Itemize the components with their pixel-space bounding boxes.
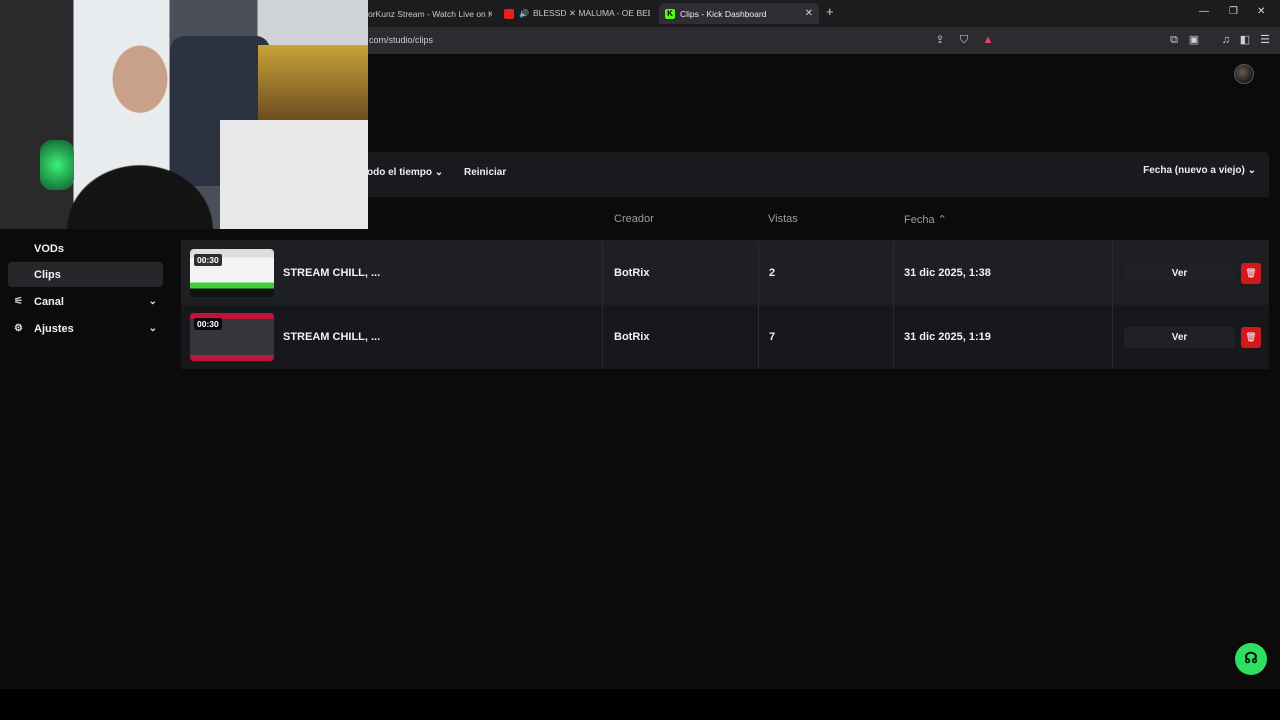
trash-icon: 🗑 bbox=[1245, 332, 1257, 342]
extensions-icon[interactable]: ⧉ bbox=[1167, 33, 1181, 47]
close-tab-icon[interactable]: ✕ bbox=[805, 8, 813, 19]
clip-creator: BotRix bbox=[614, 267, 650, 279]
gear-icon: ⚙ bbox=[14, 323, 23, 334]
divider bbox=[758, 305, 759, 369]
view-button[interactable]: Ver bbox=[1124, 327, 1235, 348]
clip-thumbnail[interactable]: 00:30 bbox=[190, 249, 274, 297]
minimize-icon[interactable]: — bbox=[1199, 6, 1209, 17]
clip-date: 31 dic 2025, 1:38 bbox=[904, 267, 991, 279]
divider bbox=[1112, 305, 1113, 369]
sidebar-item-label: Clips bbox=[34, 268, 61, 281]
divider bbox=[1112, 241, 1113, 305]
chevron-down-icon: ⌄ bbox=[148, 323, 157, 334]
tab-stream[interactable]: orKunz Stream - Watch Live on K bbox=[362, 3, 492, 24]
trash-icon: 🗑 bbox=[1245, 268, 1257, 278]
webcam-person bbox=[60, 15, 220, 229]
rewards-icon[interactable]: ▲ bbox=[981, 33, 995, 47]
time-range-dropdown[interactable]: odo el tiempo ⌄ bbox=[367, 167, 443, 178]
sidebar-item-label: VODs bbox=[34, 242, 64, 255]
bottom-strip bbox=[0, 689, 1280, 720]
sliders-icon: ⚟ bbox=[14, 296, 23, 307]
media-icon[interactable]: ♫ bbox=[1219, 33, 1233, 47]
date-header-label: Fecha bbox=[904, 214, 935, 226]
tab-clips[interactable]: K Clips - Kick Dashboard ✕ bbox=[659, 3, 819, 24]
tab-music[interactable]: 🔊 BLESSD ✕ MALUMA - OE BEBÉ bbox=[498, 3, 650, 24]
sidebar-item-ajustes[interactable]: ⚙ Ajustes ⌄ bbox=[8, 316, 163, 341]
sidebar-toggle-icon[interactable]: ◧ bbox=[1238, 33, 1252, 47]
chevron-down-icon: ⌄ bbox=[434, 167, 444, 178]
reset-button[interactable]: Reiniciar bbox=[464, 167, 506, 178]
webcam-overlay bbox=[0, 0, 368, 229]
clip-date: 31 dic 2025, 1:19 bbox=[904, 331, 991, 343]
headset-icon: ☊ bbox=[1244, 650, 1258, 667]
clip-title: STREAM CHILL, ... bbox=[283, 267, 381, 279]
chevron-down-icon: ⌄ bbox=[1247, 165, 1256, 176]
youtube-icon bbox=[504, 8, 514, 19]
kick-logo-icon: K bbox=[665, 8, 675, 19]
divider bbox=[602, 305, 603, 369]
help-chat-button[interactable]: ☊ bbox=[1235, 643, 1267, 675]
tab-title: Clips - Kick Dashboard bbox=[680, 8, 767, 19]
divider bbox=[602, 241, 603, 305]
avatar[interactable] bbox=[1234, 64, 1254, 84]
sidebar-item-vods[interactable]: VODs bbox=[8, 236, 163, 261]
webcam-desk bbox=[220, 120, 368, 229]
divider bbox=[893, 305, 894, 369]
clip-views: 7 bbox=[769, 331, 776, 343]
column-header-views[interactable]: Vistas bbox=[768, 213, 798, 225]
clip-thumbnail[interactable]: 00:30 bbox=[190, 313, 274, 361]
column-header-date[interactable]: Fecha ⌃ bbox=[904, 213, 947, 226]
clip-creator: BotRix bbox=[614, 331, 650, 343]
time-range-label: odo el tiempo bbox=[367, 167, 432, 178]
divider bbox=[893, 241, 894, 305]
chevron-down-icon: ⌄ bbox=[148, 296, 157, 307]
sidebar-item-canal[interactable]: ⚟ Canal ⌄ bbox=[8, 289, 163, 314]
table-row[interactable]: 00:30 STREAM CHILL, ... BotRix 7 31 dic … bbox=[181, 305, 1269, 369]
sort-dropdown[interactable]: Fecha (nuevo a viejo) ⌄ bbox=[1143, 165, 1256, 176]
sidebar-item-clips[interactable]: Clips bbox=[8, 262, 163, 287]
clip-title: STREAM CHILL, ... bbox=[283, 331, 381, 343]
table-row[interactable]: 00:30 STREAM CHILL, ... BotRix 2 31 dic … bbox=[181, 241, 1269, 305]
shield-icon[interactable]: ⛉ bbox=[957, 33, 971, 47]
close-window-icon[interactable]: ✕ bbox=[1257, 6, 1265, 17]
speaker-icon[interactable]: 🔊 bbox=[519, 9, 529, 18]
url-field[interactable]: com/studio/clips bbox=[369, 35, 433, 45]
maximize-icon[interactable]: ❐ bbox=[1229, 6, 1238, 17]
wallet-icon[interactable]: ▣ bbox=[1187, 33, 1201, 47]
sidebar-item-label: Ajustes bbox=[34, 322, 74, 335]
delete-button[interactable]: 🗑 bbox=[1241, 327, 1261, 348]
sidebar-item-label: Canal bbox=[34, 295, 64, 308]
delete-button[interactable]: 🗑 bbox=[1241, 263, 1261, 284]
clip-views: 2 bbox=[769, 267, 776, 279]
column-header-creator[interactable]: Creador bbox=[614, 213, 654, 225]
view-button[interactable]: Ver bbox=[1124, 263, 1235, 284]
divider bbox=[758, 241, 759, 305]
share-icon[interactable]: ⇪ bbox=[933, 33, 947, 47]
new-tab-button[interactable]: + bbox=[826, 4, 834, 19]
tab-title: BLESSD ✕ MALUMA - OE BEBÉ bbox=[532, 8, 650, 18]
sort-label: Fecha (nuevo a viejo) bbox=[1143, 165, 1245, 176]
clip-duration: 00:30 bbox=[194, 254, 222, 266]
clip-duration: 00:30 bbox=[194, 318, 222, 330]
tab-title: orKunz Stream - Watch Live on K bbox=[368, 8, 492, 19]
webcam-microphone bbox=[40, 140, 74, 190]
sort-asc-icon: ⌃ bbox=[937, 214, 947, 226]
menu-icon[interactable]: ☰ bbox=[1258, 33, 1272, 47]
